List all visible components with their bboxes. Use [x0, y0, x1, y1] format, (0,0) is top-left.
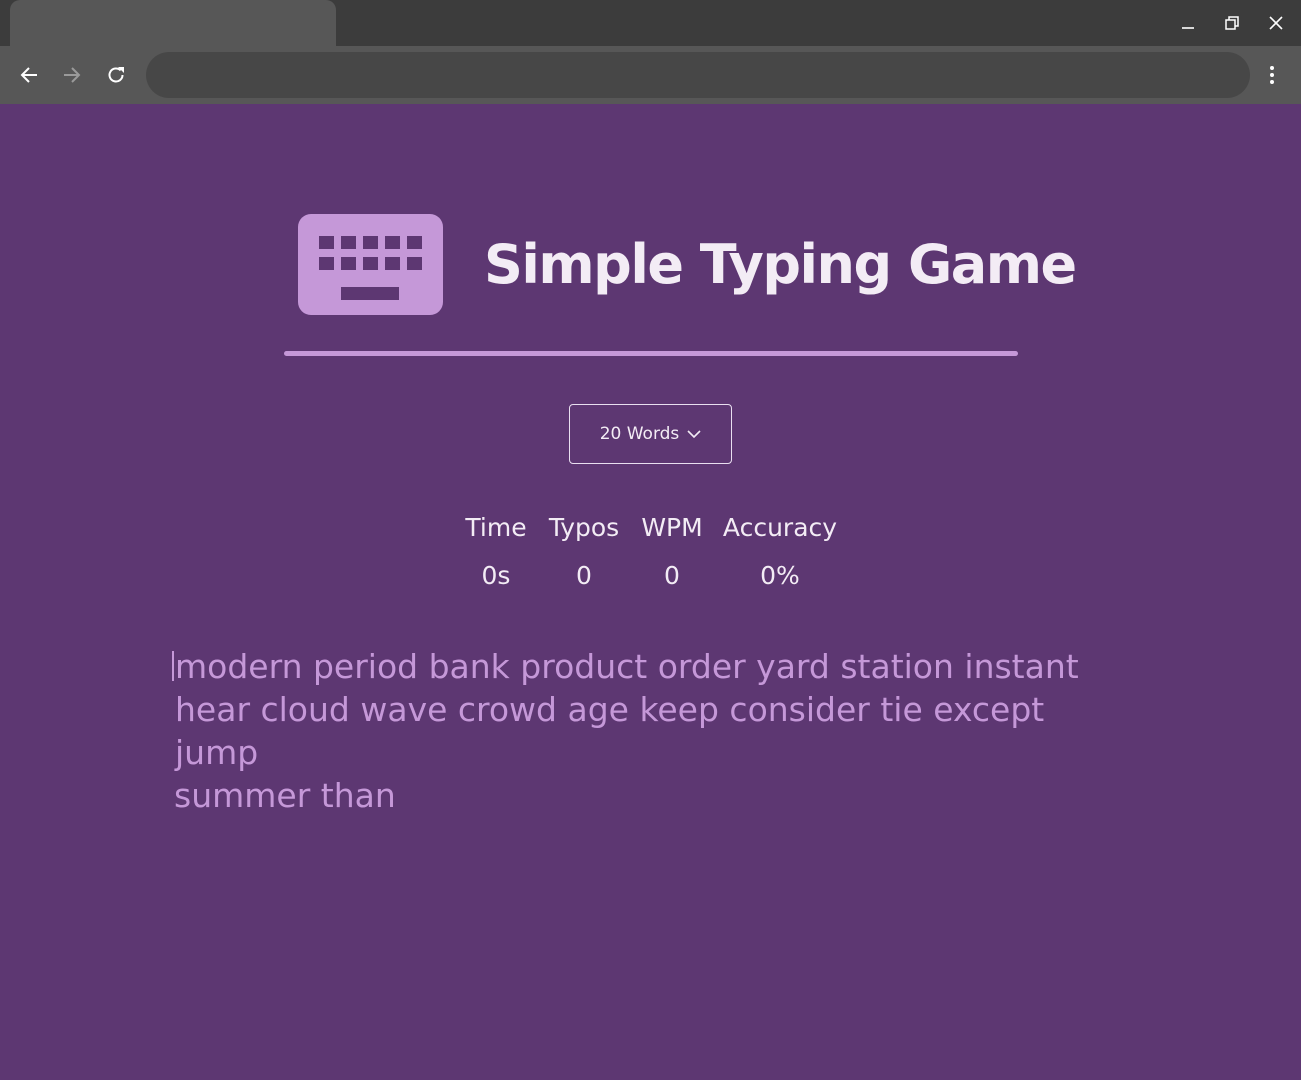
arrow-right-icon [64, 67, 81, 83]
reload-icon [108, 67, 124, 83]
text-line-content: hear cloud wave crowd age keep consider … [175, 690, 1045, 772]
typing-text-area[interactable]: modern period bank product order yard st… [172, 645, 1132, 817]
stat-wpm: WPM 0 [634, 508, 710, 604]
kebab-menu-icon [1270, 66, 1274, 84]
stat-accuracy: Accuracy 0% [718, 508, 842, 604]
word-count-select-value: 20 Words [599, 424, 680, 444]
page-title: Simple Typing Game [484, 233, 1077, 296]
back-button[interactable] [13, 59, 45, 91]
close-button[interactable] [1261, 8, 1291, 38]
text-line: hear cloud wave crowd age keep consider … [172, 688, 1132, 774]
chevron-down-icon [687, 430, 701, 439]
minimize-icon [1182, 27, 1194, 29]
text-caret [172, 651, 174, 681]
text-line: modern period bank product order yard st… [172, 645, 1132, 688]
browser-tab[interactable] [10, 0, 336, 46]
stat-time-label: Time [465, 513, 527, 542]
text-line-content: summer than [174, 776, 396, 815]
word-count-select[interactable]: 20 Words [569, 404, 732, 464]
close-icon [1269, 16, 1283, 30]
stat-typos-label: Typos [548, 513, 620, 542]
forward-button[interactable] [56, 59, 88, 91]
stat-accuracy-label: Accuracy [722, 513, 838, 542]
stat-time-value: 0s [481, 561, 511, 590]
stat-accuracy-value: 0% [760, 561, 800, 590]
stat-typos: Typos 0 [542, 508, 626, 604]
stat-wpm-value: 0 [664, 561, 680, 590]
header-divider [284, 351, 1018, 356]
address-bar[interactable] [146, 52, 1250, 98]
restore-icon [1225, 16, 1239, 30]
browser-menu-button[interactable] [1257, 59, 1287, 91]
minimize-button[interactable] [1173, 8, 1203, 38]
reload-button[interactable] [100, 59, 132, 91]
stats-panel: Time 0s Typos 0 WPM 0 Accuracy 0% [456, 508, 848, 608]
game-page: Simple Typing Game 20 Words Time 0s Typo… [0, 104, 1301, 1080]
tab-strip [0, 0, 1301, 46]
app-header: Simple Typing Game [298, 214, 1077, 315]
stat-wpm-label: WPM [641, 513, 703, 542]
text-line-content: modern period bank product order yard st… [175, 647, 1079, 686]
text-line: summer than [172, 774, 1132, 817]
stat-typos-value: 0 [576, 561, 592, 590]
stat-time: Time 0s [456, 508, 536, 604]
keyboard-icon [298, 214, 443, 315]
arrow-left-icon [20, 67, 37, 83]
browser-toolbar [0, 46, 1301, 104]
restore-button[interactable] [1217, 8, 1247, 38]
